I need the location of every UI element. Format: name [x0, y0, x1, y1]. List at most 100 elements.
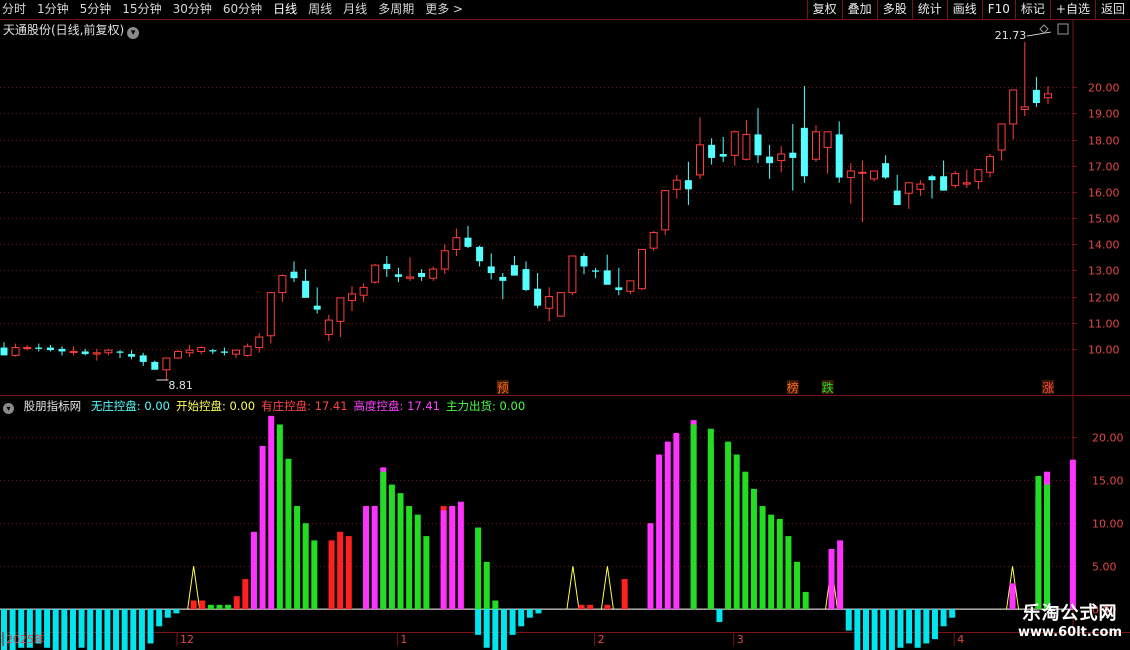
indicator-bar: [604, 604, 611, 610]
candle-up: [23, 347, 32, 350]
price-tick-label: 12.00: [1088, 292, 1120, 305]
indicator-bar: [742, 471, 749, 610]
candle-up: [742, 133, 751, 160]
period-tab-8[interactable]: 月线: [343, 1, 367, 18]
candle-up: [904, 182, 913, 194]
candle-up: [92, 352, 101, 355]
candle-down: [940, 176, 948, 191]
candle-up: [846, 170, 855, 179]
period-tab-1[interactable]: 1分钟: [37, 1, 69, 18]
price-tick-label: 20.00: [1088, 82, 1120, 95]
indicator-bar: [440, 510, 447, 610]
candle-down: [394, 274, 402, 277]
indicator-bar: [294, 506, 301, 610]
period-tab-5[interactable]: 60分钟: [223, 1, 262, 18]
low-price-label: 8.81: [168, 379, 193, 392]
tool-button-6[interactable]: 标记: [1014, 0, 1050, 19]
candle-down: [220, 351, 228, 353]
chevron-down-icon[interactable]: ▾: [127, 27, 140, 39]
candle-down: [603, 270, 611, 285]
candle-up: [1009, 89, 1018, 125]
price-tick-label: 13.00: [1088, 265, 1120, 278]
indicator-bar: [371, 506, 378, 610]
candle-up: [858, 171, 867, 174]
indicator-bar: [716, 609, 723, 622]
candle-up: [278, 275, 287, 294]
candle-down: [835, 134, 843, 178]
indicator-bar: [845, 609, 852, 631]
period-tab-3[interactable]: 15分钟: [122, 1, 161, 18]
indicator-bar: [69, 609, 76, 650]
indicator-bar: [104, 609, 111, 650]
indicator-legend-item-4: 主力出货: 0.00: [446, 399, 526, 413]
indicator-bar: [483, 609, 490, 648]
indicator-bar: [750, 488, 757, 610]
indicator-tick-label: 20.00: [1092, 432, 1124, 445]
candle-up: [452, 237, 461, 250]
panel-toggle-icon: [1057, 23, 1069, 35]
chevron-down-icon[interactable]: ▾: [3, 403, 14, 414]
candle-down: [928, 176, 936, 181]
candle-up: [568, 255, 577, 294]
price-tick-label: 11.00: [1088, 318, 1120, 331]
candle-up: [174, 350, 182, 359]
price-tick-label: 16.00: [1088, 187, 1120, 200]
period-tab-9[interactable]: 多周期: [378, 1, 414, 18]
candle-down: [116, 351, 124, 353]
indicator-bar: [52, 609, 59, 650]
event-marker: 跌: [822, 380, 834, 395]
period-tab-7[interactable]: 周线: [308, 1, 332, 18]
candle-down: [522, 269, 530, 290]
period-tab-10[interactable]: 更多 >: [425, 1, 463, 18]
indicator-bar: [414, 514, 421, 610]
candle-up: [870, 170, 878, 180]
date-tick-label: 3: [737, 633, 744, 646]
event-marker: 预: [497, 381, 509, 395]
indicator-legend-item-3: 高度控盘: 17.41: [353, 399, 440, 413]
main-chart-title: 天通股份(日线,前复权) ▾: [3, 21, 140, 39]
period-tab-2[interactable]: 5分钟: [80, 1, 112, 18]
candle-up: [974, 169, 983, 182]
indicator-bar: [78, 609, 85, 648]
candle-up: [429, 268, 438, 279]
tool-button-1[interactable]: 叠加: [841, 0, 877, 19]
indicator-bar: [871, 609, 878, 650]
indicator-bar: [61, 609, 68, 650]
indicator-bar: [906, 609, 913, 644]
candle-up: [243, 345, 252, 356]
price-tick-label: 15.00: [1088, 213, 1120, 226]
date-tick-label: 4: [957, 633, 964, 646]
indicator-bar: [380, 471, 387, 610]
indicator-bar: [147, 609, 154, 644]
indicator-bar: [95, 609, 102, 650]
tool-button-4[interactable]: 画线: [946, 0, 982, 19]
indicator-bar: [216, 604, 223, 610]
candle-up: [255, 336, 264, 349]
indicator-legend-item-1: 开始控盘: 0.00: [175, 399, 256, 413]
indicator-legend-item-2: 有庄控盘: 17.41: [261, 399, 348, 413]
tool-button-8[interactable]: 返回: [1094, 0, 1130, 19]
candle-down: [58, 348, 66, 352]
high-price-label: 21.73: [995, 29, 1027, 42]
indicator-bar: [268, 415, 275, 610]
indicator-bar: [509, 609, 516, 635]
tool-button-0[interactable]: 复权: [806, 0, 842, 19]
indicator-name: 股朋指标网: [23, 399, 82, 413]
period-tab-0[interactable]: 分时: [2, 1, 26, 18]
indicator-bar: [931, 609, 938, 640]
tool-button-3[interactable]: 统计: [911, 0, 947, 19]
tool-button-7[interactable]: +自选: [1049, 0, 1095, 19]
indicator-bar: [113, 609, 120, 650]
candle-down: [383, 263, 391, 270]
indicator-bar: [518, 609, 525, 627]
indicator-bar: [587, 604, 594, 610]
candle-up: [1044, 93, 1052, 99]
tool-button-5[interactable]: F10: [981, 0, 1015, 19]
candle-up: [812, 131, 820, 160]
tool-button-2[interactable]: 多股: [876, 0, 912, 19]
candle-down: [35, 347, 43, 349]
period-tab-6[interactable]: 日线: [273, 1, 297, 18]
stock-title: 天通股份(日线,前复权): [3, 23, 125, 37]
period-tab-4[interactable]: 30分钟: [173, 1, 212, 18]
candle-up: [638, 248, 646, 290]
